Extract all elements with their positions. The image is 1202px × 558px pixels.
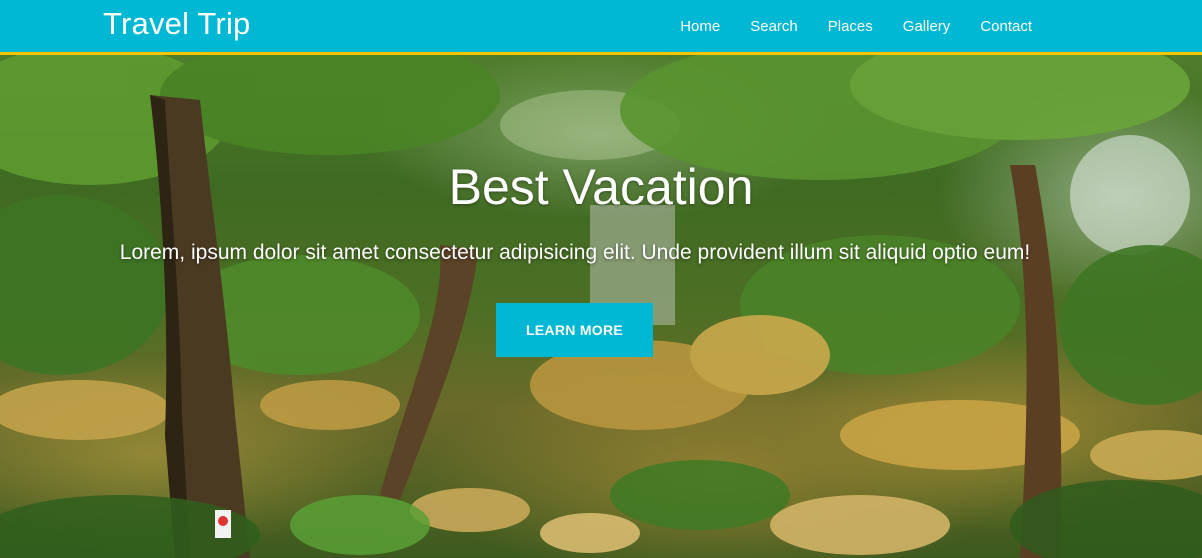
nav-link-search[interactable]: Search — [750, 18, 798, 35]
learn-more-button[interactable]: LEARN MORE — [496, 303, 653, 357]
nav-link-places[interactable]: Places — [828, 18, 873, 35]
nav-link-gallery[interactable]: Gallery — [903, 18, 951, 35]
brand-logo-link[interactable]: Travel Trip — [103, 6, 250, 42]
nav-link-home[interactable]: Home — [680, 18, 720, 35]
nav-link-contact[interactable]: Contact — [980, 18, 1032, 35]
hero-title: Best Vacation — [448, 159, 754, 215]
navbar: Travel Trip Home Search Places Gallery C… — [0, 0, 1202, 55]
hero-description: Lorem, ipsum dolor sit amet consectetur … — [119, 241, 1031, 264]
nav-links: Home Search Places Gallery Contact — [650, 0, 1032, 52]
hero-section: Best Vacation Lorem, ipsum dolor sit ame… — [0, 55, 1202, 558]
